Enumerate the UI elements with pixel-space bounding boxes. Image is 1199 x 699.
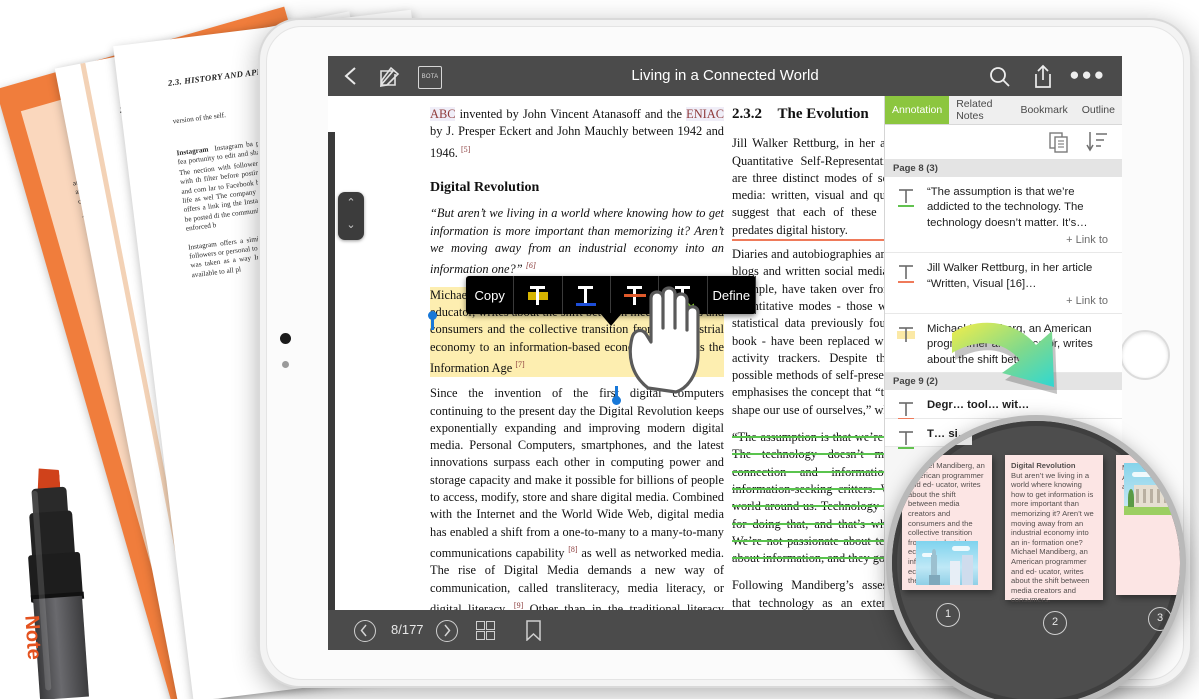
footnote-ref-6[interactable]: [6]: [526, 261, 536, 270]
section-number: 2.3.2: [732, 106, 762, 122]
statue-of-liberty-image: [916, 541, 978, 585]
link-to-button[interactable]: + Link to: [895, 231, 1112, 248]
annotation-toolbar: [885, 125, 1122, 160]
magnifier-lens: Michael Mandiberg, an American programme…: [886, 415, 1186, 699]
underline-icon: [573, 284, 599, 306]
more-dots-icon[interactable]: ●●●: [1069, 66, 1106, 83]
chevron-down-icon[interactable]: ⌄: [338, 218, 364, 231]
quote-text: “But aren’t we living in a world where k…: [430, 206, 724, 277]
card-number-badge: 3: [1148, 607, 1172, 631]
magnifier-page-header: Page 9 (2): [896, 432, 939, 442]
prev-page-button[interactable]: [354, 620, 376, 642]
underline-green-icon: [895, 187, 917, 209]
link-to-label: Link to: [1075, 295, 1108, 308]
tab-related-notes[interactable]: Related Notes: [949, 96, 1013, 124]
tablet-camera: [280, 333, 291, 344]
annotation-item[interactable]: “The assumption is that we’re addicted t…: [885, 177, 1122, 254]
define-button[interactable]: Define: [708, 276, 756, 314]
paragraph-abc: ABC invented by John Vincent Atanasoff a…: [430, 107, 724, 160]
selection-end-handle[interactable]: [612, 396, 621, 405]
note-card[interactable]: Digital Revolution But aren’t we living …: [1005, 455, 1103, 604]
highlight-button[interactable]: [514, 276, 563, 314]
page-indicator: 8/177: [391, 622, 424, 637]
note-card-text: But aren’t we living in a world where kn…: [1011, 470, 1094, 605]
annotation-text: Jill Walker Rettburg, in her article “Wr…: [927, 262, 1093, 290]
app-toolbar: BOTA Living in a Connected World ●●●: [328, 56, 1122, 96]
hand-cursor-icon: [618, 276, 710, 394]
link-plus-icon: +: [1066, 234, 1073, 247]
sort-descending-icon[interactable]: [1086, 131, 1108, 158]
footnote-ref-8[interactable]: [8]: [568, 545, 577, 554]
link-eniac[interactable]: ENIAC: [686, 107, 724, 121]
copy-button[interactable]: Copy: [466, 276, 515, 314]
card-number-badge: 2: [1043, 611, 1067, 635]
underline-orange-icon: [895, 263, 917, 285]
note-card[interactable]: Michael Mandiberg, an American programme…: [902, 455, 992, 590]
next-page-button[interactable]: [436, 620, 458, 642]
magnifier-inner: Michael Mandiberg, an American programme…: [892, 421, 1180, 699]
section-title: The Evolution: [777, 106, 869, 122]
footnote-ref-9[interactable]: [9]: [514, 601, 523, 610]
note-card-body: Digital Revolution But aren’t we living …: [1005, 455, 1103, 605]
copy-documents-icon[interactable]: [1049, 132, 1070, 158]
scroll-updown-control[interactable]: ⌃ ⌄: [338, 192, 364, 240]
chevron-up-icon[interactable]: ⌃: [338, 196, 364, 209]
screenshot-stage: 6 ance has been these games who choose l…: [0, 0, 1199, 699]
magnifier-page-header-strip: Page 9 (2): [892, 429, 972, 445]
link-plus-icon: +: [1066, 295, 1073, 308]
annotation-tabs: Annotation Related Notes Bookmark Outlin…: [885, 96, 1122, 125]
footnote-ref-5[interactable]: [5]: [461, 145, 470, 154]
underline-button[interactable]: [563, 276, 611, 314]
big-ben-london-image: [1124, 463, 1180, 515]
annotation-text: “The assumption is that we’re addicted t…: [927, 186, 1088, 229]
annotation-item[interactable]: Jill Walker Rettburg, in her article “Wr…: [885, 253, 1122, 315]
tab-outline[interactable]: Outline: [1075, 96, 1122, 124]
share-icon[interactable]: [1032, 64, 1054, 89]
grid-view-icon[interactable]: [476, 621, 495, 640]
note-card[interactable]: Michael Mandiberg, an American programme…: [1116, 455, 1180, 595]
highlighter-marker: Note: [0, 465, 104, 699]
text-selection-menu[interactable]: Copy Define: [466, 276, 756, 326]
paragraph-quote: “But aren’t we living in a world where k…: [430, 205, 724, 278]
highlight-yellow-icon: [895, 324, 917, 346]
link-to-label: Link to: [1075, 234, 1108, 247]
link-abc[interactable]: ABC: [430, 107, 456, 121]
bookmark-icon[interactable]: [526, 620, 541, 642]
sheet-term: Instagram: [176, 145, 209, 158]
card-number-badge: 1: [936, 603, 960, 627]
search-icon[interactable]: [988, 65, 1012, 89]
tab-bookmark[interactable]: Bookmark: [1013, 96, 1074, 124]
paragraph-digital-1-text: Since the invention of the first digital…: [430, 386, 724, 561]
footnote-ref-7[interactable]: [7]: [515, 360, 524, 369]
heading-digital-revolution: Digital Revolution: [430, 180, 540, 196]
link-to-button[interactable]: + Link to: [895, 292, 1112, 309]
left-rail: [328, 132, 335, 650]
selection-start-handle[interactable]: [428, 311, 437, 320]
annotation-group-header: Page 8 (3): [885, 160, 1122, 177]
tab-annotation[interactable]: Annotation: [885, 96, 950, 124]
tablet-sensor: [282, 361, 289, 368]
tablet-home-button[interactable]: [1120, 330, 1170, 380]
highlight-icon: [525, 284, 551, 306]
note-card-title: Digital Revolution: [1011, 461, 1076, 470]
